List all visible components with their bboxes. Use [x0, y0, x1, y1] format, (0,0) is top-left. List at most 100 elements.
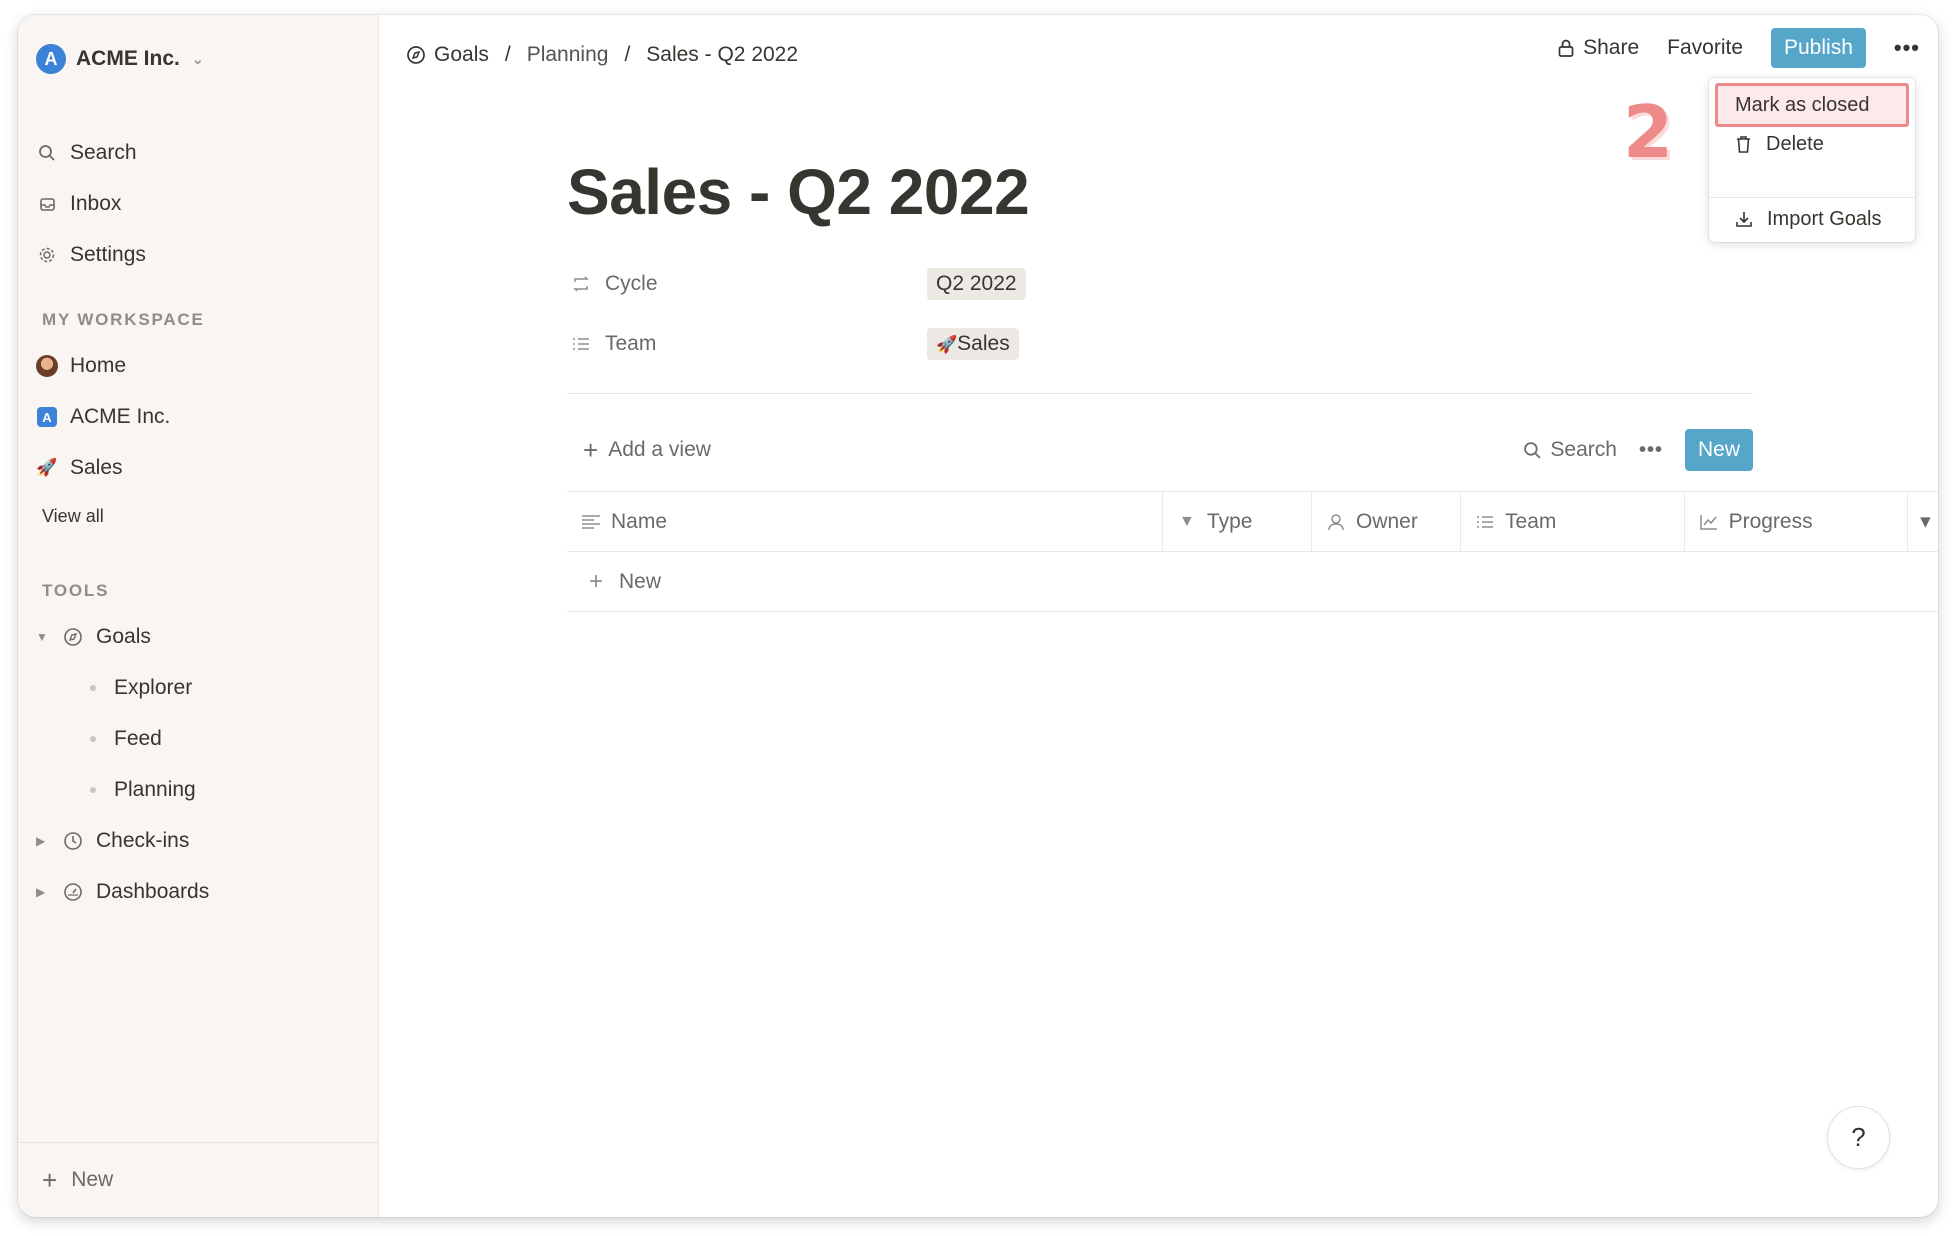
- share-button[interactable]: Share: [1557, 36, 1639, 60]
- breadcrumb-planning[interactable]: Planning: [527, 43, 609, 67]
- sidebar-item-home[interactable]: Home: [36, 346, 126, 386]
- chip-label: Sales: [957, 332, 1010, 355]
- column-label: Name: [611, 509, 668, 533]
- breadcrumb-separator: /: [624, 43, 631, 66]
- property-value-chip[interactable]: 🚀Sales: [927, 328, 1019, 360]
- new-row-label: New: [619, 569, 662, 593]
- breadcrumb-label: Goals: [434, 43, 489, 66]
- gear-icon: [36, 246, 58, 264]
- plus-icon: +: [589, 567, 604, 595]
- list-icon: [1475, 514, 1495, 530]
- menu-item-label: Delete: [1766, 132, 1824, 155]
- section-label-tools: TOOLS: [42, 581, 110, 600]
- top-actions: Share Favorite Publish •••: [1557, 28, 1920, 68]
- sidebar-item-label: Sales: [70, 456, 123, 479]
- column-header-name[interactable]: Name: [567, 492, 1163, 551]
- menu-item-delete[interactable]: Delete: [1715, 122, 1909, 166]
- section-label-workspace: MY WORKSPACE: [42, 310, 205, 329]
- trash-icon: [1735, 135, 1752, 154]
- gauge-icon: [62, 882, 84, 902]
- sidebar-new-button[interactable]: + New: [18, 1142, 378, 1217]
- workspace-name: ACME Inc.: [76, 47, 180, 70]
- sidebar-item-label: ACME Inc.: [70, 405, 171, 428]
- person-icon: [1326, 513, 1346, 531]
- add-view-label: Add a view: [608, 438, 711, 461]
- search-icon: [36, 144, 58, 162]
- triangle-down-icon[interactable]: ▼: [36, 630, 50, 644]
- sidebar-item-goals[interactable]: ▼ Goals: [36, 617, 151, 657]
- column-label: Progress: [1728, 509, 1813, 533]
- column-header-progress[interactable]: Progress: [1685, 492, 1909, 551]
- column-label: Type: [1206, 509, 1253, 533]
- publish-button[interactable]: Publish: [1771, 28, 1866, 68]
- acme-logo-icon: A: [37, 407, 57, 427]
- page-title[interactable]: Sales - Q2 2022: [567, 155, 1030, 229]
- database-search-button[interactable]: Search: [1523, 438, 1617, 462]
- favorite-button[interactable]: Favorite: [1667, 36, 1743, 60]
- sidebar-item-settings[interactable]: Settings: [36, 235, 146, 275]
- table-new-row[interactable]: + New: [567, 552, 1938, 612]
- plus-icon: +: [42, 1165, 58, 1195]
- repeat-icon: [571, 276, 591, 292]
- column-label: Owner: [1355, 509, 1418, 533]
- inbox-icon: [36, 196, 58, 213]
- sidebar-item-sales[interactable]: 🚀 Sales: [36, 448, 123, 488]
- add-view-button[interactable]: + Add a view: [567, 437, 711, 463]
- column-header-type[interactable]: ▼ Type: [1163, 492, 1312, 551]
- share-label: Share: [1583, 36, 1640, 59]
- property-value-chip[interactable]: Q2 2022: [927, 268, 1026, 300]
- column-header-owner[interactable]: Owner: [1312, 492, 1462, 551]
- property-key-label: Cycle: [605, 272, 658, 295]
- sidebar-subitem-explorer[interactable]: Explorer: [90, 668, 192, 708]
- view-all-link[interactable]: View all: [42, 506, 104, 527]
- sidebar-item-acme[interactable]: A ACME Inc.: [36, 397, 170, 437]
- sidebar-item-label: Dashboards: [96, 880, 210, 903]
- sidebar-item-checkins[interactable]: ▶ Check-ins: [36, 821, 189, 861]
- triangle-right-icon[interactable]: ▶: [36, 834, 50, 848]
- database-more-icon[interactable]: •••: [1639, 439, 1663, 462]
- sidebar-item-inbox[interactable]: Inbox: [36, 184, 121, 224]
- bullet-icon: [90, 685, 96, 691]
- sidebar-item-search[interactable]: Search: [36, 133, 137, 173]
- sidebar-subitem-planning[interactable]: Planning: [90, 770, 196, 810]
- search-label: Search: [1550, 438, 1617, 461]
- database-toolbar: + Add a view Search ••• New: [567, 429, 1753, 471]
- more-options-menu: Mark as closed Delete Import Goals: [1709, 78, 1915, 242]
- sidebar-item-label: Goals: [96, 625, 151, 648]
- lock-icon: [1557, 38, 1575, 58]
- sidebar-item-dashboards[interactable]: ▶ Dashboards: [36, 872, 209, 912]
- menu-item-import-goals[interactable]: Import Goals: [1715, 202, 1909, 236]
- rocket-icon: 🚀: [936, 335, 958, 354]
- more-options-icon[interactable]: •••: [1894, 35, 1920, 61]
- sidebar-new-label: New: [71, 1168, 114, 1191]
- sidebar-subitem-feed[interactable]: Feed: [90, 719, 162, 759]
- more-columns-icon[interactable]: ▾: [1908, 492, 1938, 551]
- column-header-team[interactable]: Team: [1461, 492, 1685, 551]
- property-key[interactable]: Cycle: [571, 272, 927, 296]
- property-row-cycle: Cycle Q2 2022: [571, 264, 1026, 304]
- workspace-logo-icon: A: [36, 44, 66, 74]
- chevron-down-icon: ⌄: [191, 50, 204, 67]
- help-button[interactable]: ?: [1827, 1106, 1890, 1169]
- compass-icon: [62, 627, 84, 647]
- breadcrumb-current[interactable]: Sales - Q2 2022: [646, 43, 798, 67]
- sidebar-item-label: Inbox: [70, 192, 122, 215]
- sidebar-item-label: Settings: [70, 243, 146, 266]
- sidebar-item-label: Search: [70, 141, 137, 164]
- database-new-button[interactable]: New: [1684, 429, 1753, 471]
- text-align-icon: [581, 514, 601, 530]
- menu-item-label: Import Goals: [1767, 207, 1882, 230]
- menu-divider: [1709, 197, 1915, 198]
- workspace-switcher[interactable]: A ACME Inc. ⌄: [36, 39, 204, 79]
- sidebar-item-label: Feed: [114, 727, 162, 750]
- bullet-icon: [90, 787, 96, 793]
- plus-icon: +: [583, 435, 599, 465]
- property-row-team: Team 🚀Sales: [571, 324, 1019, 364]
- triangle-right-icon[interactable]: ▶: [36, 885, 50, 899]
- sidebar-item-label: Home: [70, 354, 127, 377]
- property-key[interactable]: Team: [571, 332, 927, 356]
- breadcrumb: Goals / Planning / Sales - Q2 2022: [406, 35, 798, 75]
- bullet-icon: [90, 736, 96, 742]
- menu-item-mark-as-closed[interactable]: Mark as closed: [1715, 83, 1909, 127]
- breadcrumb-goals[interactable]: Goals: [406, 43, 489, 67]
